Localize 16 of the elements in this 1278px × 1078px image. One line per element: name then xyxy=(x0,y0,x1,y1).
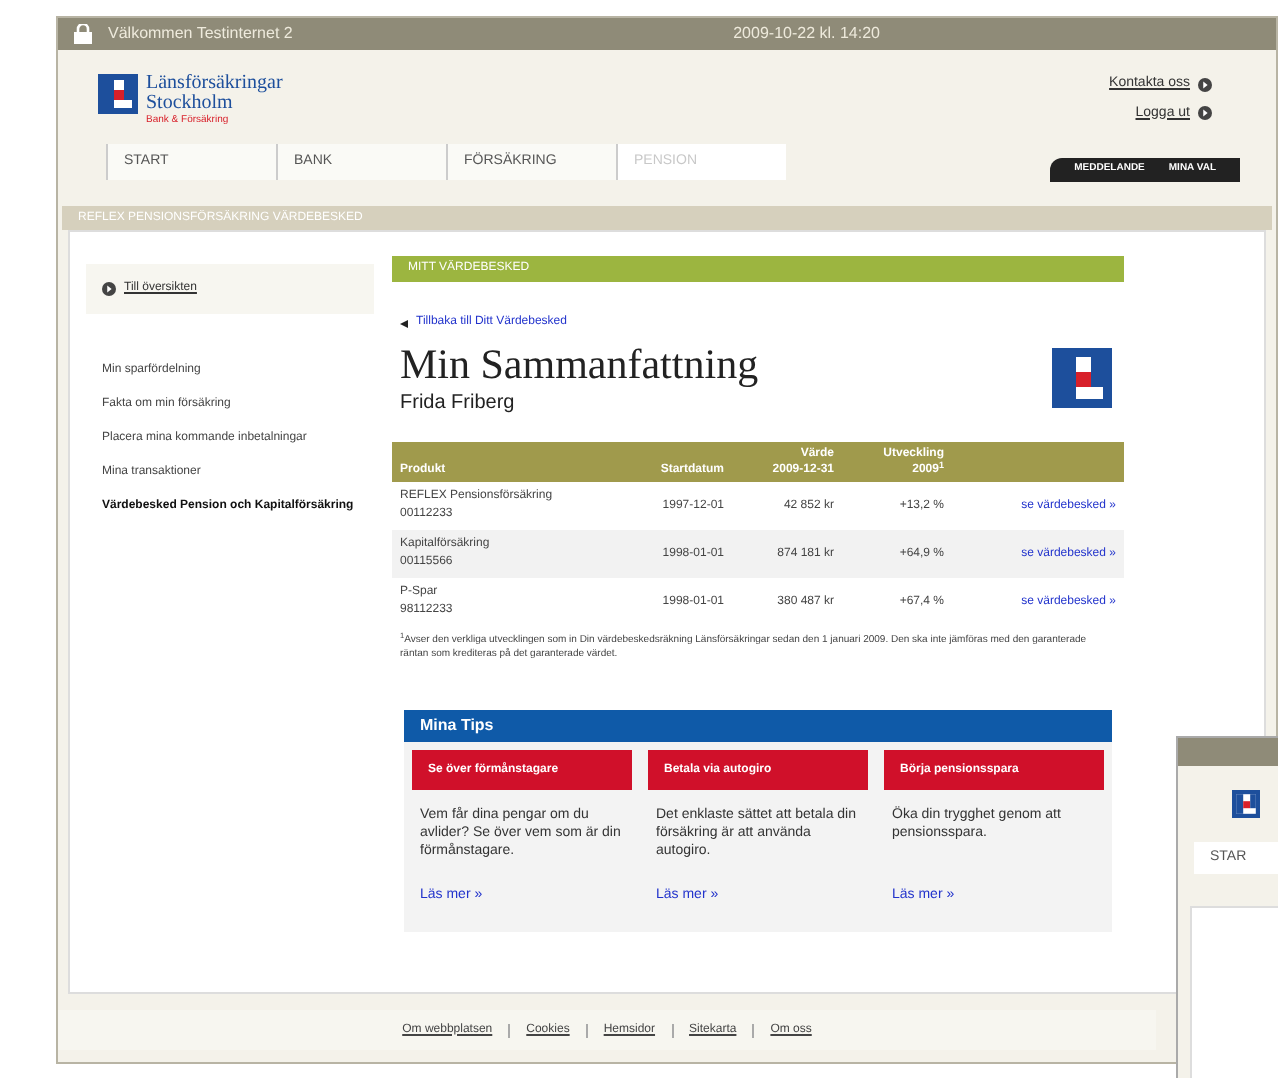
date-time: 2009-10-22 kl. 14:20 xyxy=(733,22,880,46)
brand-region: Stockholm xyxy=(146,94,233,114)
arrow-icon xyxy=(400,319,408,327)
logo-icon xyxy=(1052,348,1112,408)
tips-header: Mina Tips xyxy=(404,710,1112,742)
arrow-icon xyxy=(1198,77,1212,92)
brand-name: Länsförsäkringar xyxy=(146,74,283,94)
arrow-icon xyxy=(102,282,116,296)
customer-name: Frida Friberg xyxy=(400,390,517,418)
window-title: Välkommen Testinternet 2 xyxy=(108,22,293,46)
page-heading: Min Sammanfattning xyxy=(400,340,759,388)
arrow-icon xyxy=(1198,106,1212,121)
logo-icon xyxy=(1232,790,1260,818)
lock-icon xyxy=(74,24,92,44)
window-title-bar xyxy=(1178,738,1278,766)
logo-icon xyxy=(98,74,138,114)
